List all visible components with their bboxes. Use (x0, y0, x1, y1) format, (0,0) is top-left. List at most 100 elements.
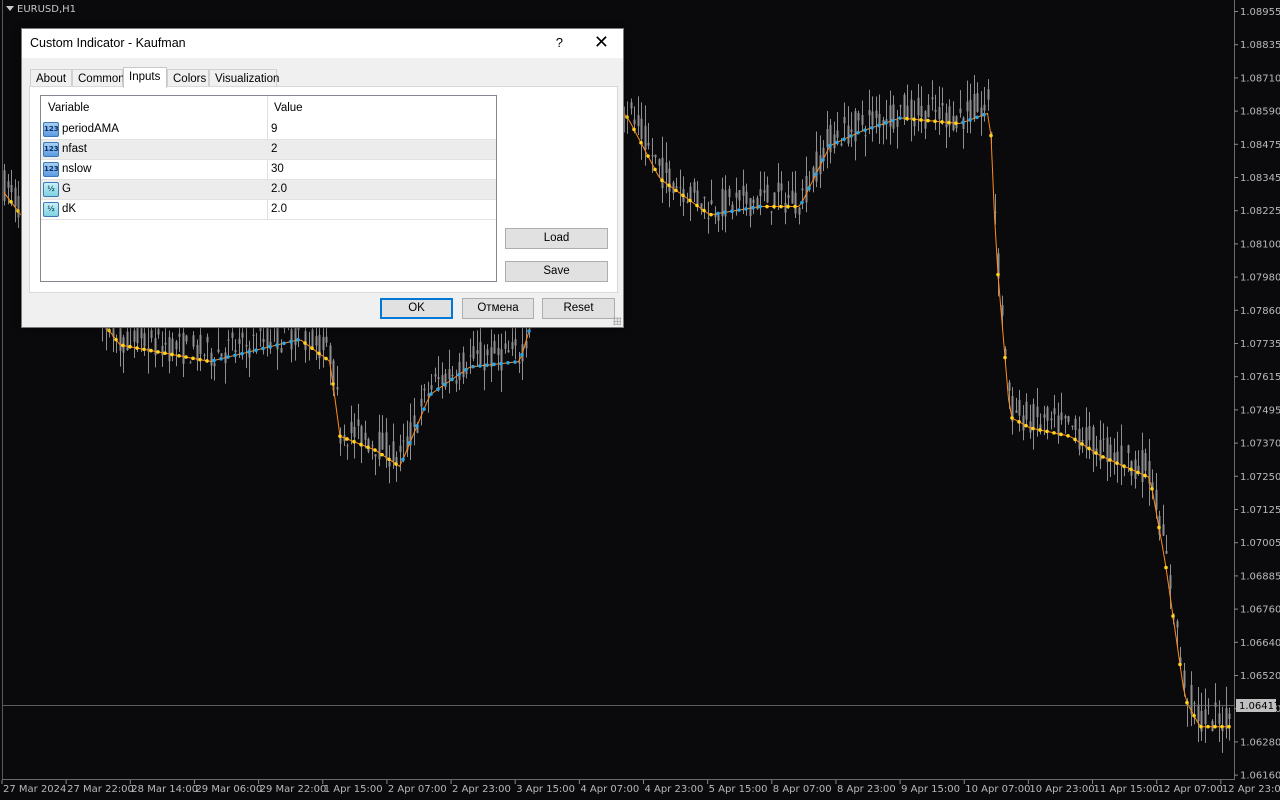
candle-body (434, 374, 437, 377)
candle-body (378, 431, 381, 460)
candle-body (854, 111, 857, 142)
candle-body (742, 185, 745, 196)
candle-body (843, 117, 846, 124)
candle-body (500, 349, 503, 371)
reset-button[interactable]: Reset (542, 298, 615, 319)
candle-body (437, 377, 440, 380)
candle-body (182, 332, 185, 364)
input-row-g[interactable]: ½ G 2.0 (41, 180, 496, 200)
ama-dot (877, 123, 881, 128)
dropdown-triangle-icon[interactable] (6, 6, 14, 11)
candle-body (770, 211, 773, 213)
ama-dot (905, 116, 909, 121)
ama-dot (758, 204, 762, 209)
ama-dot (275, 343, 279, 347)
ama-dot (1031, 426, 1035, 431)
candle-body (1197, 704, 1200, 722)
column-value[interactable]: Value (274, 102, 303, 114)
candle-body (1057, 415, 1060, 436)
price-axis-label: 1.06885 (1240, 571, 1280, 582)
candle-body (1200, 710, 1203, 732)
close-icon[interactable]: ✕ (594, 33, 609, 51)
input-row-nfast[interactable]: 123 nfast 2 (41, 140, 496, 160)
inputs-grid[interactable]: Variable Value 123 periodAMA 9 123 nfast… (40, 95, 497, 282)
input-value[interactable]: 2 (271, 143, 277, 155)
candle-body (1176, 621, 1179, 628)
candle-body (794, 192, 797, 214)
integer-icon: 123 (43, 162, 59, 177)
candle-body (1043, 414, 1046, 418)
column-variable[interactable]: Variable (48, 102, 89, 114)
input-name: nslow (62, 163, 92, 175)
candle-body (1113, 452, 1116, 461)
candle-body (647, 142, 650, 146)
ok-button[interactable]: OK (380, 298, 453, 319)
input-row-dk[interactable]: ½ dK 2.0 (41, 200, 496, 220)
ama-dot (198, 357, 202, 362)
ama-dot (723, 210, 727, 215)
candle-body (455, 380, 458, 384)
ama-dot (9, 199, 13, 204)
dialog-title: Custom Indicator - Kaufman (30, 36, 186, 50)
candle-body (1085, 427, 1088, 449)
candle-body (154, 338, 157, 356)
candle-body (136, 327, 139, 344)
input-value[interactable]: 2.0 (271, 203, 287, 215)
candle-body (381, 432, 384, 450)
ama-dot (478, 364, 482, 368)
ama-dot (919, 118, 923, 122)
price-axis-label: 1.08590 (1240, 107, 1280, 118)
candle-body (917, 97, 920, 116)
save-button[interactable]: Save (505, 261, 608, 282)
candle-body (931, 97, 934, 100)
price-axis-label: 1.08710 (1240, 73, 1280, 84)
candle-body (798, 207, 801, 215)
input-value[interactable]: 2.0 (271, 183, 287, 195)
cancel-button[interactable]: Отмена (462, 298, 534, 319)
time-axis: 27 Mar 2024 27 Mar 22:0028 Mar 14:0029 Ma… (1, 780, 1280, 795)
help-icon[interactable]: ? (556, 35, 563, 50)
input-value[interactable]: 9 (271, 123, 277, 135)
candle-body (199, 334, 202, 354)
candle-body (861, 114, 864, 125)
candle-body (350, 421, 353, 434)
indicator-dialog: Custom Indicator - Kaufman ? ✕ About Com… (21, 28, 624, 328)
ama-dot (422, 407, 426, 411)
ama-dot (625, 115, 629, 119)
dialog-titlebar[interactable]: Custom Indicator - Kaufman ? ✕ (22, 29, 623, 58)
ama-dot (233, 353, 237, 358)
time-axis-label: 10 Apr 07:00 (965, 784, 1030, 795)
ama-dot (667, 183, 671, 188)
resize-grip-icon[interactable] (613, 317, 621, 325)
load-button[interactable]: Load (505, 228, 608, 249)
candle-body (787, 195, 790, 198)
candle-body (637, 115, 640, 127)
ama-dot (359, 442, 363, 447)
time-axis-label: 11 Apr 15:00 (1094, 784, 1159, 795)
input-name: periodAMA (62, 123, 119, 135)
candle-body (658, 159, 661, 166)
candle-body (1218, 713, 1221, 724)
candle-body (644, 125, 647, 150)
candle-body (493, 341, 496, 354)
ama-dot (212, 358, 216, 363)
candle-body (850, 129, 853, 133)
tab-inputs[interactable]: Inputs (123, 67, 167, 88)
ama-dot (632, 127, 636, 132)
input-row-nslow[interactable]: 123 nslow 30 (41, 160, 496, 180)
candle-body (703, 197, 706, 199)
candle-body (14, 187, 17, 207)
candle-body (976, 93, 979, 112)
candle-body (847, 125, 850, 144)
ama-dot (842, 137, 846, 142)
candle-body (896, 120, 899, 127)
price-axis-label: 1.07005 (1240, 538, 1280, 549)
ama-dot (975, 115, 979, 120)
candle-body (423, 388, 426, 391)
candle-body (7, 181, 10, 188)
grid-header: Variable Value (41, 96, 496, 120)
input-row-periodama[interactable]: 123 periodAMA 9 (41, 120, 496, 140)
candle-body (234, 350, 237, 353)
input-value[interactable]: 30 (271, 163, 284, 175)
ama-dot (1199, 724, 1203, 729)
